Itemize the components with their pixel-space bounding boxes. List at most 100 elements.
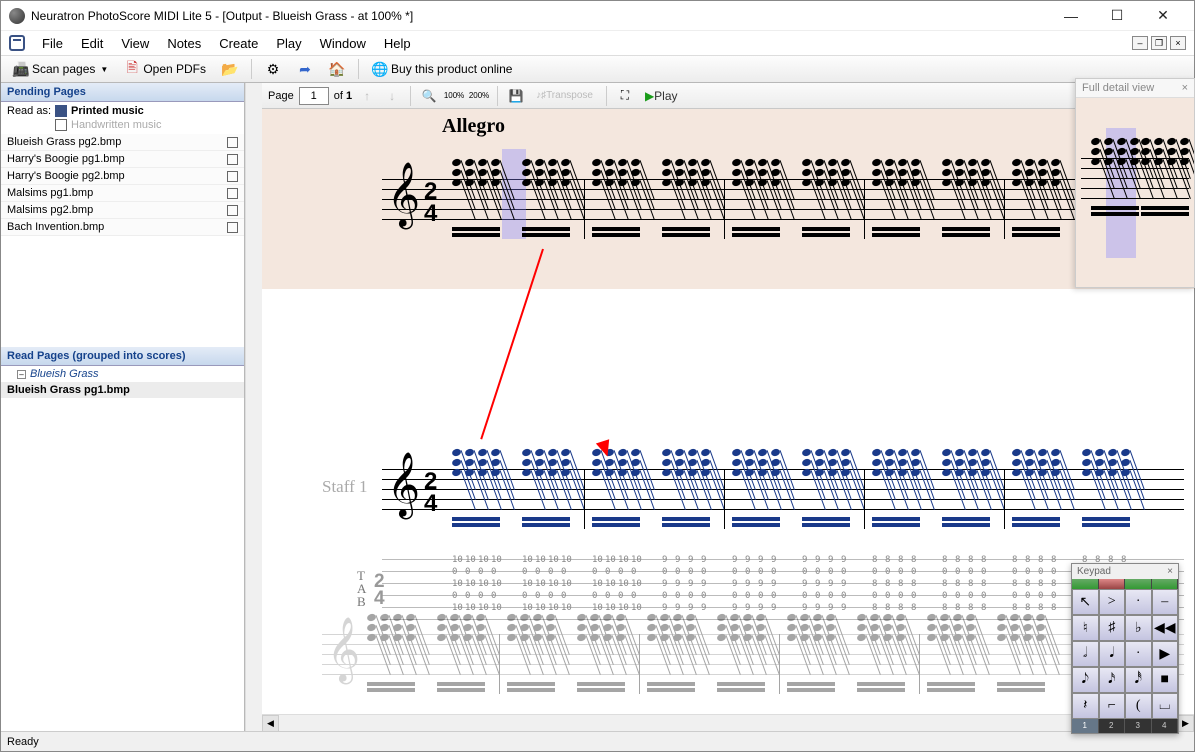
menu-file[interactable]: File [33,34,72,53]
staff-recognized: 𝄞 24 [382,469,1184,529]
keypad-close-icon[interactable]: × [1167,566,1173,577]
play-button[interactable]: ▶ Play [640,86,683,106]
score-group-row[interactable]: – Blueish Grass [1,366,244,382]
file-checkbox[interactable] [227,154,238,165]
close-button[interactable]: ✕ [1140,1,1186,31]
pending-file-list: Blueish Grass pg2.bmp Harry's Boogie pg1… [1,134,244,236]
full-detail-panel[interactable]: Full detail view × [1075,78,1195,288]
keypad-key[interactable]: ♮ [1072,615,1099,641]
send-button[interactable]: ➦ [291,58,319,80]
score-group-label: Blueish Grass [30,368,98,380]
page-input[interactable] [299,87,329,105]
keypad-key[interactable]: ♯ [1099,615,1126,641]
keypad-key[interactable]: · [1125,589,1152,615]
file-checkbox[interactable] [227,137,238,148]
keypad-key[interactable]: 𝅗𝅥 [1072,641,1099,667]
menu-notes[interactable]: Notes [158,34,210,53]
keypad-grid: ↖ > · – ♮ ♯ ♭ ◀◀ 𝅗𝅥 𝅘𝅥 · ▶ 𝅘𝅥𝅮 𝅘𝅥𝅯 𝅘𝅥𝅰 ■… [1072,589,1178,719]
score-area[interactable]: Allegro Rolan 𝄞 24 Staff 1 𝄞 24 [262,109,1194,714]
mdi-close-button[interactable]: × [1170,36,1186,50]
keypad-key[interactable]: ⌴ [1152,693,1179,719]
transpose-button[interactable]: ♪♯ Transpose [531,86,598,106]
keypad-key[interactable]: ■ [1152,667,1179,693]
keypad-key[interactable]: 𝅘𝅥 [1099,641,1126,667]
open-pdfs-button[interactable]: 🖹 Open PDFs [118,58,212,80]
keypad-key[interactable]: – [1152,589,1179,615]
score-page-row[interactable]: Blueish Grass pg1.bmp [1,382,244,398]
status-text: Ready [7,736,39,748]
buy-button[interactable]: 🌐 Buy this product online [366,58,518,80]
keypad-key[interactable]: ♭ [1125,615,1152,641]
globe-icon: 🌐 [372,61,388,77]
pending-pages-header: Pending Pages [1,83,244,102]
maximize-button[interactable]: ☐ [1094,1,1140,31]
horizontal-scrollbar[interactable]: ◀ ▶ [262,714,1194,731]
next-page-button[interactable]: ↓ [382,86,402,106]
handwritten-row: Handwritten music [7,118,238,132]
keypad-panel[interactable]: Keypad × ↖ > · – ♮ ♯ ♭ ◀◀ 𝅗𝅥 𝅘𝅥 · ▶ 𝅘𝅥𝅮 … [1071,563,1179,734]
file-checkbox[interactable] [227,188,238,199]
keypad-key[interactable]: 𝄽 [1072,693,1099,719]
open-file-button[interactable]: 📂 [216,58,244,80]
list-item[interactable]: Bach Invention.bmp [1,219,244,236]
keypad-key[interactable]: 𝅘𝅥𝅯 [1099,667,1126,693]
menu-view[interactable]: View [112,34,158,53]
gear-icon: ⚙ [265,61,281,77]
app-icon [9,8,25,24]
keypad-key[interactable]: 𝅘𝅥𝅮 [1072,667,1099,693]
prev-page-button[interactable]: ↑ [357,86,377,106]
collapse-icon[interactable]: – [17,370,26,379]
mdi-restore-button[interactable]: ❐ [1151,36,1167,50]
preferences-button[interactable]: ⚙ [259,58,287,80]
list-item[interactable]: Harry's Boogie pg2.bmp [1,168,244,185]
scan-pages-button[interactable]: 📠 Scan pages ▼ [7,58,114,80]
list-item[interactable]: Blueish Grass pg2.bmp [1,134,244,151]
keypad-key[interactable]: ↖ [1072,589,1099,615]
scanner-icon: 📠 [13,61,29,77]
keypad-tabs[interactable] [1072,579,1178,589]
printed-music-checkbox[interactable] [55,105,67,117]
send-icon: ➦ [297,61,313,77]
save-button[interactable]: 💾 [506,86,526,106]
menu-create[interactable]: Create [210,34,267,53]
detail-close-icon[interactable]: × [1182,82,1188,94]
scanned-score-panel: Allegro Rolan 𝄞 24 [262,109,1194,289]
staff-scanned: 𝄞 24 [382,179,1184,239]
menu-play[interactable]: Play [267,34,310,53]
fullscreen-button[interactable]: ⛶ [615,86,635,106]
keypad-title: Keypad [1077,566,1111,577]
keypad-key[interactable]: ⌐ [1099,693,1126,719]
file-checkbox[interactable] [227,222,238,233]
handwritten-label: Handwritten music [71,119,161,131]
sidebar: Pending Pages Read as: Printed music Han… [1,83,245,731]
keypad-key[interactable]: · [1125,641,1152,667]
keypad-bottom-tabs[interactable]: 1234 [1072,719,1178,733]
menu-window[interactable]: Window [311,34,375,53]
folder-open-icon: 📂 [222,61,238,77]
sidebar-scrollbar[interactable] [245,83,262,731]
scroll-left-button[interactable]: ◀ [262,715,279,732]
treble-clef-icon: 𝄞 [327,622,360,678]
list-item[interactable]: Malsims pg2.bmp [1,202,244,219]
file-checkbox[interactable] [227,205,238,216]
list-item[interactable]: Harry's Boogie pg1.bmp [1,151,244,168]
zoom-button[interactable]: 🔍 [419,86,439,106]
file-checkbox[interactable] [227,171,238,182]
keypad-key[interactable]: 𝅘𝅥𝅰 [1125,667,1152,693]
zoom-200-button[interactable]: 200% [469,86,489,106]
scroll-right-button[interactable]: ▶ [1177,715,1194,732]
list-item[interactable]: Malsims pg1.bmp [1,185,244,202]
titlebar: Neuratron PhotoScore MIDI Lite 5 - [Outp… [1,1,1194,31]
keypad-key[interactable]: ◀◀ [1152,615,1179,641]
read-pages-header: Read Pages (grouped into scores) [1,347,244,366]
home-button[interactable]: 🏠 [323,58,351,80]
menu-help[interactable]: Help [375,34,420,53]
menu-edit[interactable]: Edit [72,34,112,53]
zoom-100-button[interactable]: 100% [444,86,464,106]
window-title: Neuratron PhotoScore MIDI Lite 5 - [Outp… [31,9,1048,23]
keypad-key[interactable]: ( [1125,693,1152,719]
keypad-key[interactable]: > [1099,589,1126,615]
keypad-key[interactable]: ▶ [1152,641,1179,667]
mdi-minimize-button[interactable]: – [1132,36,1148,50]
minimize-button[interactable]: — [1048,1,1094,31]
